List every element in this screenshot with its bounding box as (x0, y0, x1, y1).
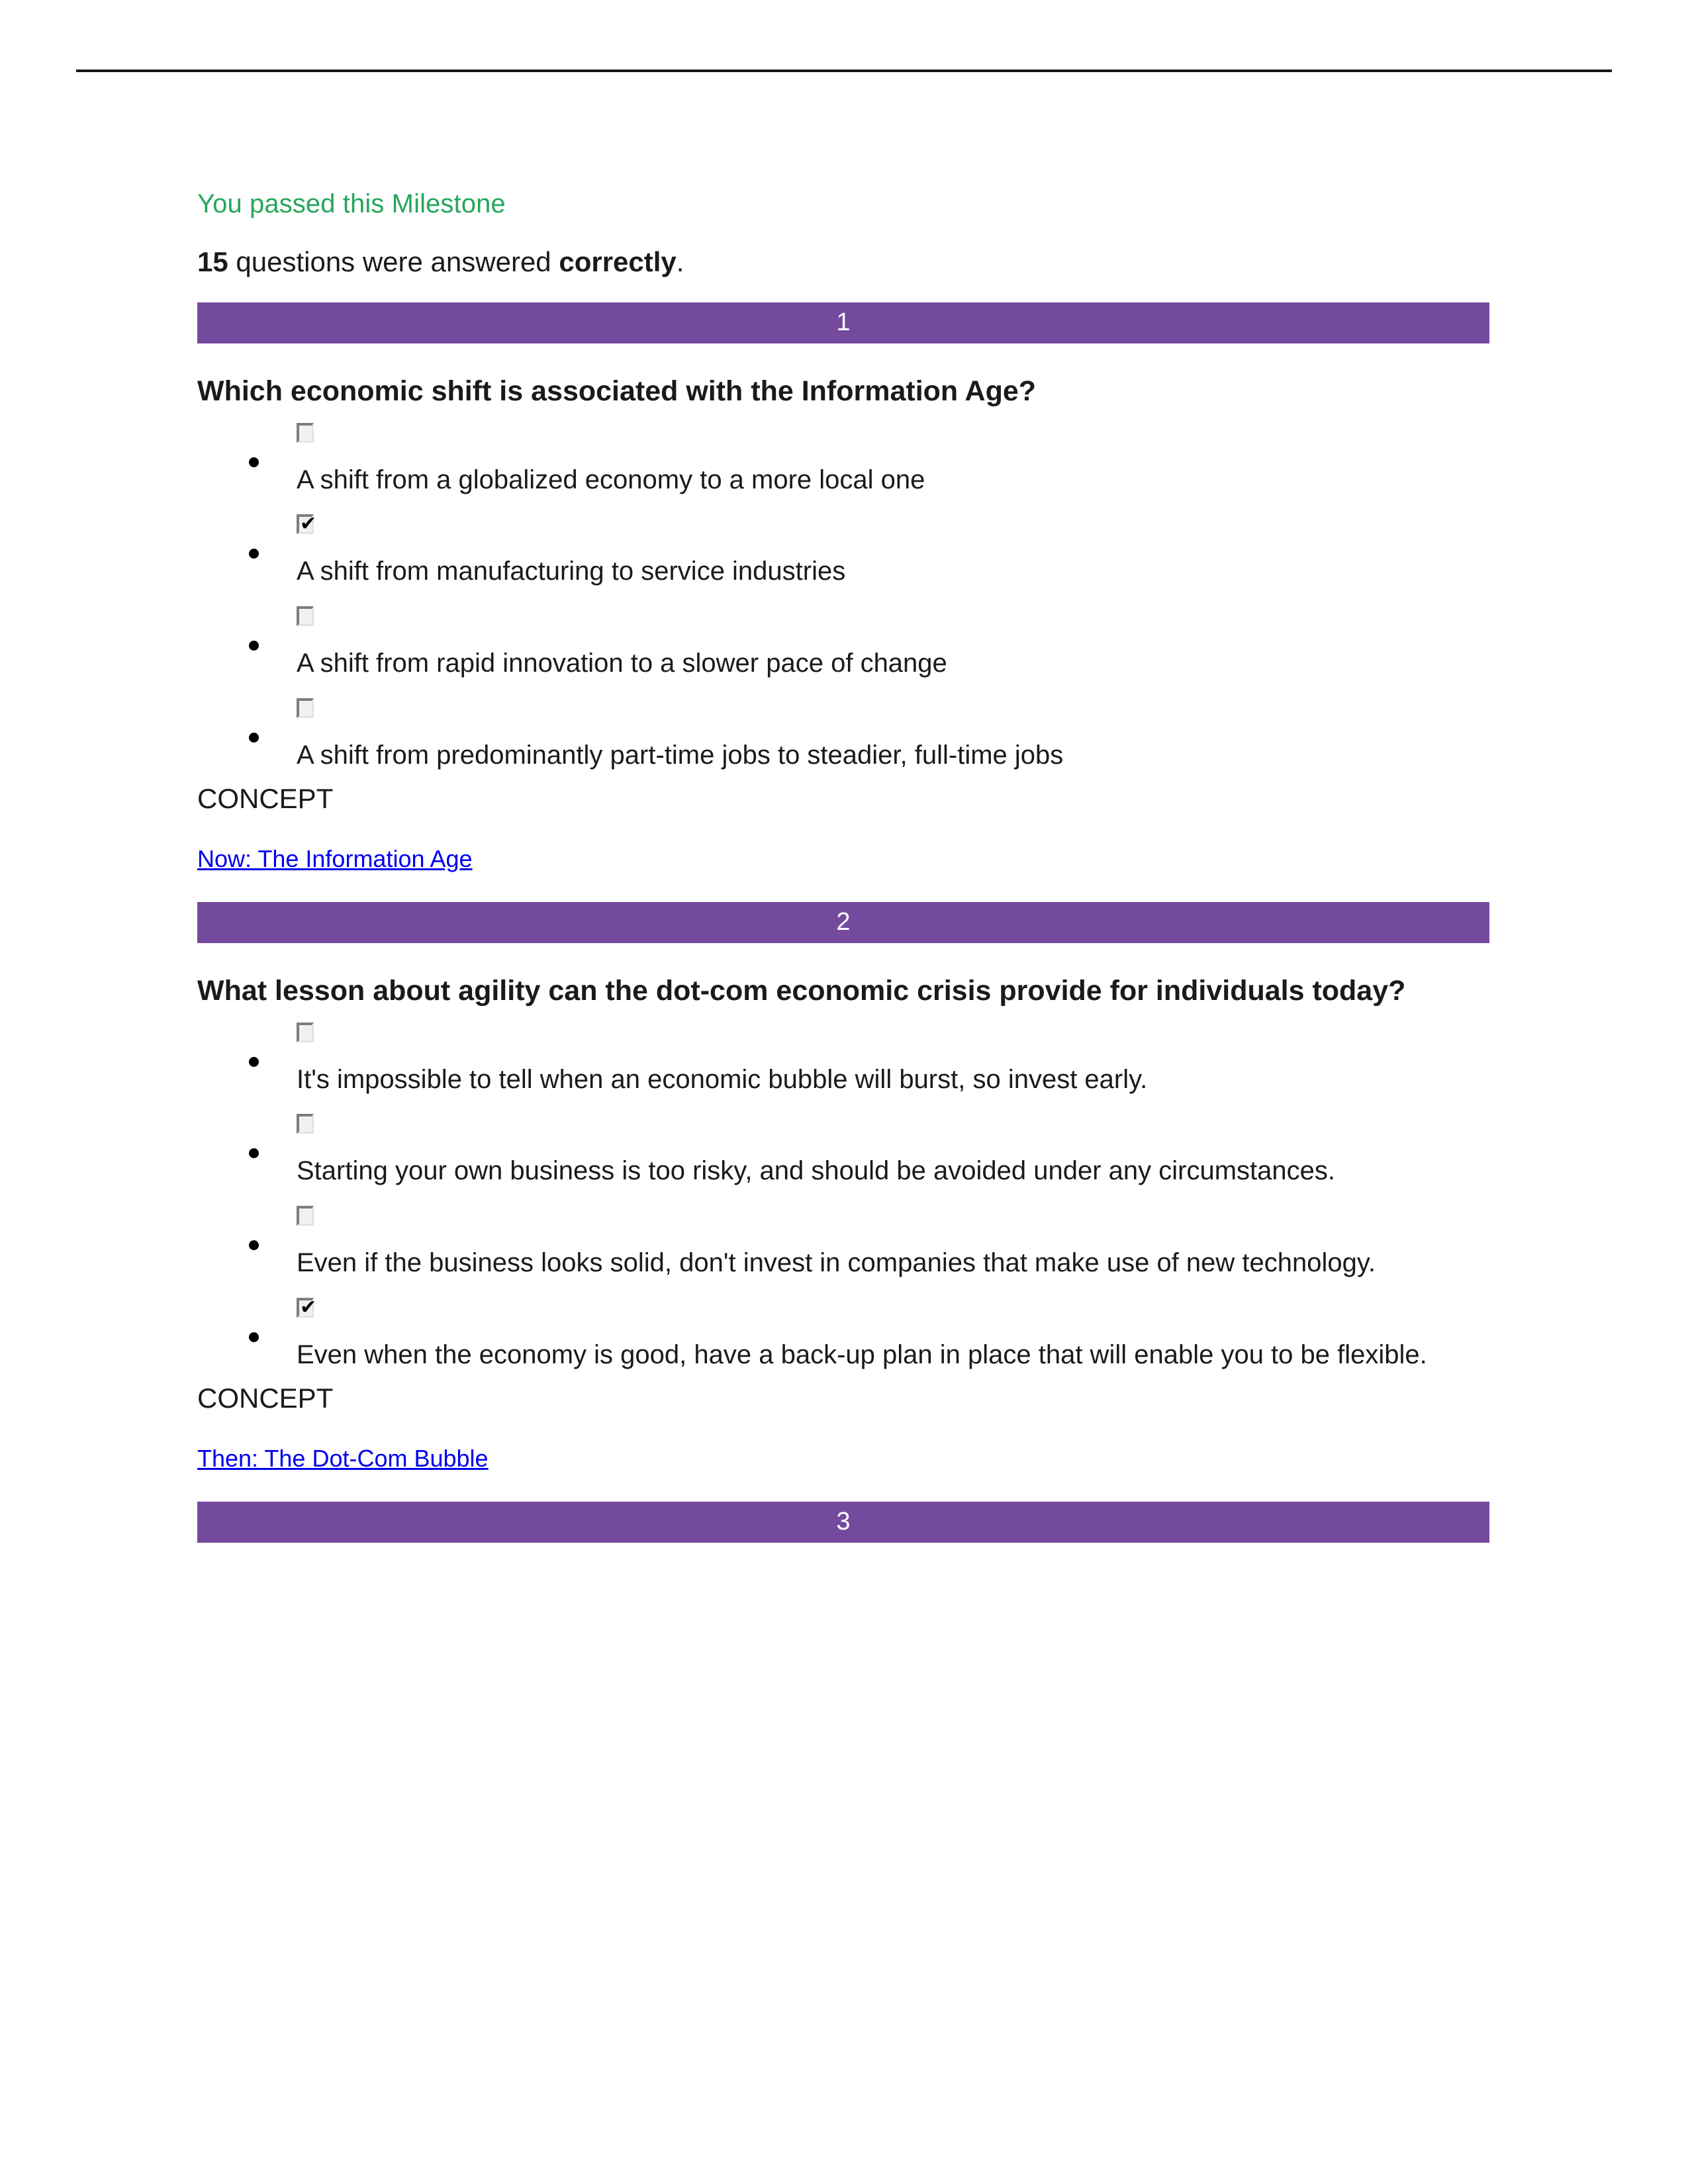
answer-option[interactable]: A shift from a globalized economy to a m… (197, 422, 1495, 503)
bullet-icon (249, 1332, 259, 1342)
milestone-pass-status: You passed this Milestone (197, 189, 506, 218)
checkbox-unchecked-icon[interactable] (297, 1022, 314, 1042)
concept-link-wrapper-2: Then: The Dot-Com Bubble (197, 1444, 1495, 1473)
question-text-2: What lesson about agility can the dot-co… (197, 975, 1406, 1007)
answer-options-1: A shift from a globalized economy to a m… (197, 422, 1495, 778)
answer-option-label: It's impossible to tell when an economic… (297, 1064, 1148, 1094)
bullet-icon (249, 457, 259, 467)
answer-option-label: Even if the business looks solid, don't … (297, 1248, 1376, 1278)
bullet-icon (249, 549, 259, 559)
answer-option[interactable]: Starting your own business is too risky,… (197, 1114, 1495, 1194)
checkmark-glyph: ✔ (300, 1295, 317, 1319)
score-text-before: questions were answered (228, 246, 559, 277)
header-divider (76, 69, 1612, 72)
answer-option-label: Even when the economy is good, have a ba… (297, 1340, 1427, 1369)
answer-option-label: A shift from predominantly part-time job… (297, 740, 1064, 770)
answer-option-label: A shift from a globalized economy to a m… (297, 465, 925, 494)
bullet-icon (249, 1240, 259, 1251)
question-number-bar-2: 2 (197, 902, 1489, 944)
checkbox-unchecked-icon[interactable] (297, 698, 314, 718)
score-count: 15 (197, 246, 228, 277)
question-number-bar-1: 1 (197, 302, 1489, 344)
concept-heading-2: CONCEPT (197, 1382, 334, 1414)
checkbox-checked-icon[interactable]: ✔ (297, 1295, 317, 1319)
concept-link-wrapper-1: Now: The Information Age (197, 844, 1495, 873)
checkbox-unchecked-icon[interactable] (297, 422, 314, 443)
bullet-icon (249, 732, 259, 743)
checkbox-unchecked-icon[interactable] (297, 606, 314, 627)
question-text-1: Which economic shift is associated with … (197, 375, 1037, 408)
bullet-icon (249, 1056, 259, 1067)
score-emphasis: correctly (559, 246, 677, 277)
concept-link-2[interactable]: Then: The Dot-Com Bubble (197, 1445, 489, 1472)
answer-option[interactable]: ✔ Even when the economy is good, have a … (197, 1295, 1495, 1378)
answer-option[interactable]: A shift from predominantly part-time job… (197, 698, 1495, 778)
score-text-after: . (676, 246, 684, 277)
answer-option-label: Starting your own business is too risky,… (297, 1156, 1335, 1186)
bullet-icon (249, 1148, 259, 1159)
answer-option[interactable]: It's impossible to tell when an economic… (197, 1022, 1495, 1103)
question-number-bar-3: 3 (197, 1502, 1489, 1543)
answer-option[interactable]: A shift from rapid innovation to a slowe… (197, 606, 1495, 686)
concept-link-1[interactable]: Now: The Information Age (197, 845, 473, 872)
answer-option-label: A shift from rapid innovation to a slowe… (297, 649, 947, 678)
score-summary: 15 questions were answered correctly. (197, 246, 1495, 279)
milestone-results-page: You passed this Milestone 15 questions w… (0, 0, 1688, 2184)
answer-option[interactable]: Even if the business looks solid, don't … (197, 1206, 1495, 1286)
checkbox-unchecked-icon[interactable] (297, 1206, 314, 1226)
checkmark-glyph: ✔ (300, 512, 317, 536)
concept-heading-1: CONCEPT (197, 782, 334, 814)
answer-options-2: It's impossible to tell when an economic… (197, 1022, 1495, 1378)
checkbox-unchecked-icon[interactable] (297, 1114, 314, 1134)
checkbox-checked-icon[interactable]: ✔ (297, 512, 317, 536)
answer-option-label: A shift from manufacturing to service in… (297, 557, 846, 586)
bullet-icon (249, 641, 259, 651)
results-content: You passed this Milestone 15 questions w… (197, 189, 1495, 1572)
answer-option[interactable]: ✔ A shift from manufacturing to service … (197, 514, 1495, 594)
